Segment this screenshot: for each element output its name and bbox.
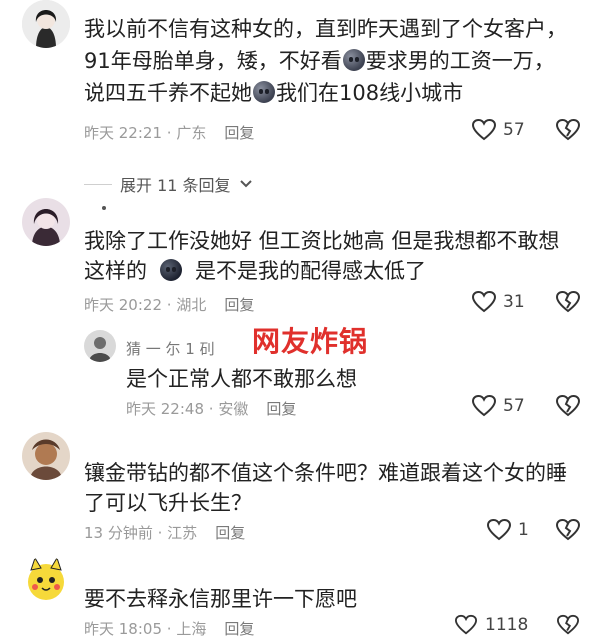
dislike-button[interactable] [555, 394, 581, 422]
like-button[interactable]: 1 [486, 518, 529, 542]
expand-replies-label: 展开 11 条回复 [120, 176, 231, 195]
comment-text: 91年母胎单身，矮，不好看 要求男的工资一万， [84, 46, 555, 76]
avatar[interactable] [84, 330, 116, 362]
reply-button[interactable]: 回复 [224, 296, 254, 314]
comment-meta: 昨天 22:21 · 广东 回复 [84, 124, 255, 142]
emoji-icon [342, 49, 365, 71]
broken-heart-icon [555, 118, 581, 141]
avatar[interactable] [22, 556, 70, 604]
dislike-button[interactable] [555, 614, 581, 640]
dislike-button[interactable] [555, 518, 581, 546]
comment-meta: 昨天 22:48 · 安徽 回复 [126, 400, 297, 418]
like-count: 31 [503, 292, 525, 312]
heart-outline-icon [471, 118, 497, 141]
like-button[interactable]: 57 [471, 394, 525, 418]
comment-location: 广东 [176, 124, 207, 142]
avatar[interactable] [22, 198, 70, 246]
comment-text-segment: 是不是我的配得感太低了 [195, 259, 426, 283]
broken-heart-icon [556, 614, 580, 635]
expand-replies-button[interactable]: 展开 11 条回复 [84, 172, 253, 196]
comment-text: 我以前不信有这种女的，直到昨天遇到了个女客户， [84, 17, 567, 41]
comment-text: 要不去释永信那里许一下愿吧 [84, 587, 357, 611]
comment-time: 昨天 22:21 [84, 124, 162, 142]
reply-button[interactable]: 回复 [215, 524, 245, 542]
like-button[interactable]: 1118 [453, 614, 528, 636]
comment-text: 了可以飞升长生？ [84, 491, 252, 515]
like-count: 57 [503, 120, 525, 140]
reply-button[interactable]: 回复 [266, 400, 296, 418]
comment-time: 昨天 20:22 [84, 296, 162, 314]
like-button[interactable]: 57 [471, 118, 525, 142]
chevron-down-icon [239, 180, 252, 188]
broken-heart-icon [555, 290, 581, 313]
watermark-caption: 网友炸锅 [252, 325, 369, 358]
avatar[interactable] [22, 0, 70, 48]
comment-text: 说四五千养不起她 我们在108线小城市 [84, 78, 463, 108]
like-count: 1118 [485, 615, 529, 635]
emoji-icon [160, 259, 182, 281]
emoji-icon [253, 81, 275, 103]
dislike-button[interactable] [555, 290, 581, 318]
comment-text-segment: 这样的 [84, 259, 147, 283]
heart-outline-icon [471, 394, 497, 417]
broken-heart-icon [555, 518, 581, 541]
dislike-button[interactable] [555, 118, 581, 146]
comment-text-segment: 说四五千养不起她 [84, 81, 252, 105]
heart-outline-icon [486, 518, 512, 541]
comment-text: 我除了工作没她好 但工资比她高 但是我想都不敢想 [84, 229, 560, 253]
comment-text-segment: 91年母胎单身，矮，不好看 [84, 49, 342, 73]
comment-location: 上海 [176, 620, 207, 638]
like-count: 57 [503, 396, 525, 416]
comment-text-segment: 我们在108线小城市 [276, 81, 464, 105]
comment-location: 安徽 [218, 400, 249, 418]
comment-meta: 13 分钟前 · 江苏 回复 [84, 524, 246, 542]
comment-text: 这样的 是不是我的配得感太低了 [84, 256, 426, 286]
comment-location: 湖北 [176, 296, 207, 314]
reply-button[interactable]: 回复 [224, 620, 254, 638]
comment-time: 13 分钟前 [84, 524, 153, 542]
comment-meta: 昨天 20:22 · 湖北 回复 [84, 296, 255, 314]
comment-location: 江苏 [167, 524, 198, 542]
divider [84, 183, 112, 185]
username-dot [102, 206, 106, 210]
heart-outline-icon [454, 614, 478, 635]
reply-username[interactable]: 猜 一 尓 1 矵 [126, 338, 215, 359]
comment-time: 昨天 22:48 [126, 400, 204, 418]
reply-button[interactable]: 回复 [224, 124, 254, 142]
comment-text-segment: 要求男的工资一万， [365, 49, 555, 73]
heart-outline-icon [471, 290, 497, 313]
comment-text: 是个正常人都不敢那么想 [126, 367, 357, 391]
like-count: 1 [518, 520, 529, 540]
broken-heart-icon [555, 394, 581, 417]
comment-text: 镶金带钻的都不值这个条件吧？难道跟着这个女的睡 [84, 461, 567, 485]
avatar[interactable] [22, 432, 70, 480]
like-button[interactable]: 31 [471, 290, 525, 314]
comment-time: 昨天 18:05 [84, 620, 162, 638]
